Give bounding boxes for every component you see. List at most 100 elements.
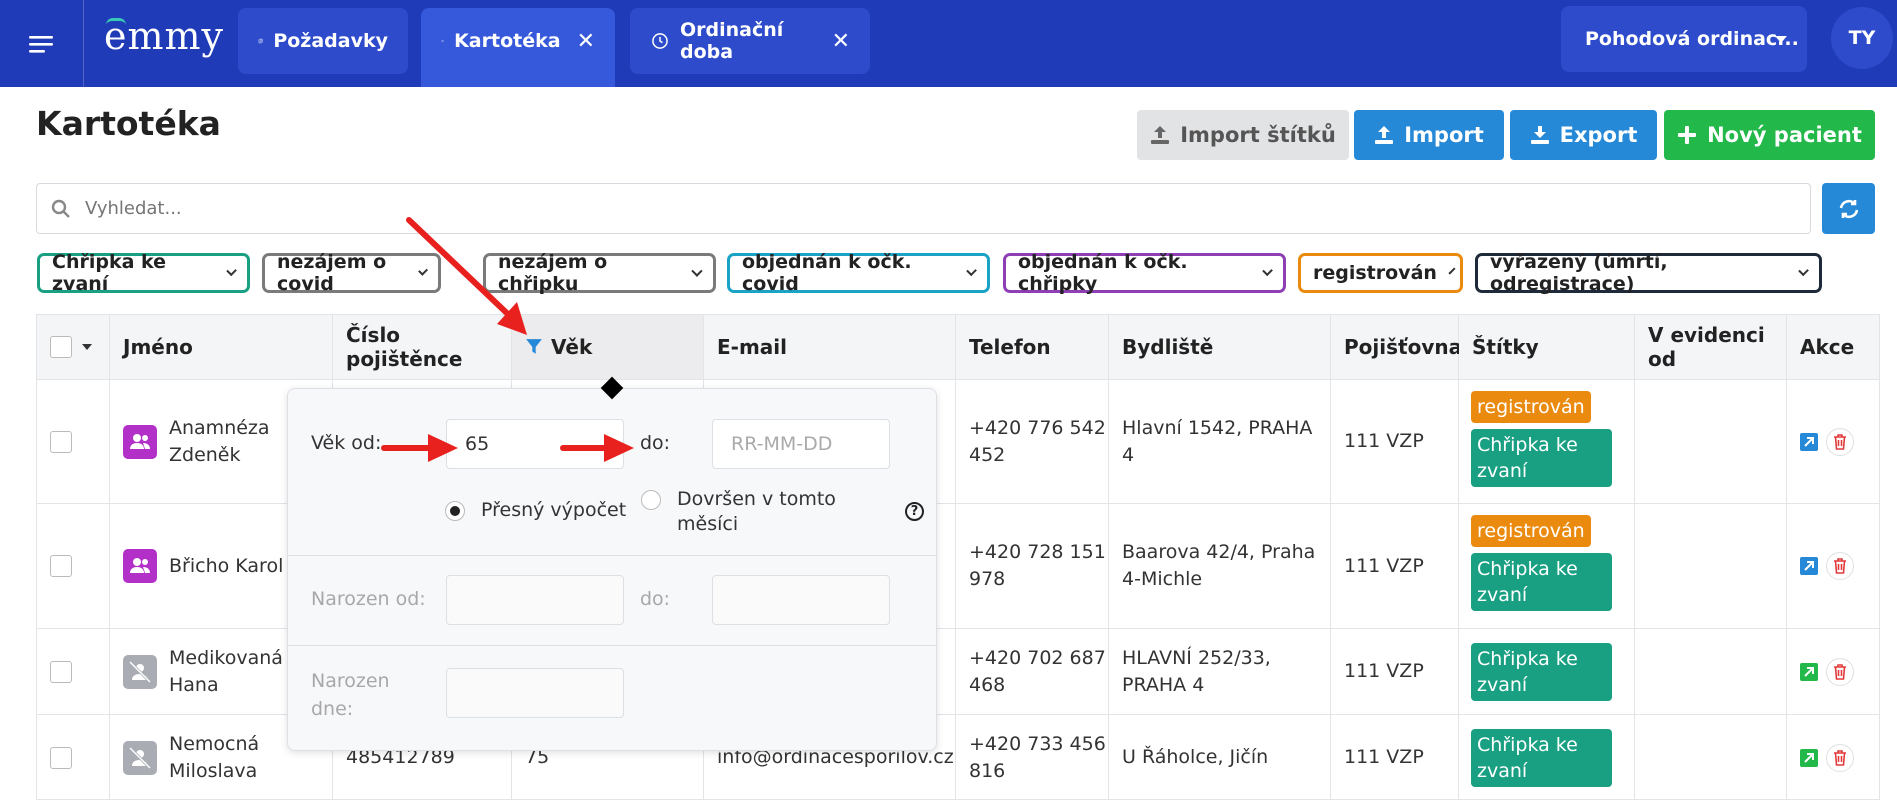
insurer: 111 VZP bbox=[1331, 380, 1459, 504]
help-icon[interactable]: ? bbox=[905, 502, 924, 521]
row-checkbox[interactable] bbox=[50, 660, 72, 683]
page-title: Kartotéka bbox=[36, 104, 221, 143]
filter-icon[interactable] bbox=[525, 338, 543, 356]
patient-unregistered-icon bbox=[123, 740, 157, 775]
column-header-name[interactable]: Jméno bbox=[110, 315, 333, 380]
clinic-select[interactable]: Pohodová ordinac... bbox=[1561, 6, 1807, 72]
search-input[interactable] bbox=[85, 198, 1685, 219]
delete-icon[interactable] bbox=[1826, 427, 1854, 456]
upload-icon bbox=[1375, 126, 1394, 144]
top-bar: emmy Požadavky Kartotéka ✕ Ordinační dob… bbox=[0, 0, 1897, 87]
app-logo[interactable]: emmy bbox=[104, 14, 224, 58]
select-all-header[interactable] bbox=[37, 315, 110, 380]
close-icon[interactable]: ✕ bbox=[832, 29, 850, 54]
delete-icon[interactable] bbox=[1826, 657, 1854, 686]
born-on-input[interactable] bbox=[446, 668, 624, 718]
patient-name[interactable]: Břicho Karol bbox=[169, 553, 283, 580]
open-detail-icon[interactable] bbox=[1800, 748, 1818, 767]
age-to-input[interactable]: RR-MM-DD bbox=[712, 419, 890, 469]
tab-kartoteka[interactable]: Kartotéka ✕ bbox=[421, 8, 615, 87]
filter-nezajem-o-chripku[interactable]: nezájem o chřipku bbox=[483, 251, 716, 295]
since bbox=[1635, 504, 1787, 629]
column-header-age[interactable]: Věk bbox=[512, 315, 704, 380]
column-header-since[interactable]: V evidenci od bbox=[1635, 315, 1787, 380]
chevron-down-icon bbox=[1261, 265, 1273, 277]
filter-vyrazeny[interactable]: vyřazený (úmrtí, odregistrace) bbox=[1475, 251, 1822, 295]
search-bar bbox=[36, 183, 1811, 234]
column-header-address[interactable]: Bydliště bbox=[1109, 315, 1331, 380]
filter-registrovan[interactable]: registrován bbox=[1298, 253, 1463, 293]
tag-chripka-ke-zvani: Chřipka ke zvaní bbox=[1471, 728, 1612, 787]
column-header-email[interactable]: E-mail bbox=[704, 315, 956, 380]
refresh-button[interactable] bbox=[1822, 183, 1875, 234]
caret-down-icon bbox=[1775, 36, 1787, 43]
tab-label: Kartotéka bbox=[454, 30, 561, 52]
row-checkbox[interactable] bbox=[50, 746, 72, 769]
users-icon bbox=[441, 39, 444, 43]
tab-label: Požadavky bbox=[273, 30, 388, 52]
column-header-insurance-no[interactable]: Číslo pojištěnce bbox=[333, 315, 512, 380]
tag-registrovan: registrován bbox=[1471, 390, 1591, 423]
hamburger-icon bbox=[28, 35, 53, 53]
tab-ordinacni-doba[interactable]: Ordinační doba ✕ bbox=[630, 8, 870, 74]
tag-chripka-ke-zvani: Chřipka ke zvaní bbox=[1471, 428, 1612, 487]
filter-nezajem-o-covid[interactable]: nezájem o covid bbox=[262, 251, 441, 295]
download-icon bbox=[1530, 126, 1549, 144]
import-tags-button[interactable]: Import štítků bbox=[1137, 110, 1349, 160]
chevron-down-icon bbox=[1448, 267, 1456, 275]
phone: +420 776 542 452 bbox=[956, 380, 1109, 504]
refresh-icon bbox=[1839, 199, 1858, 218]
open-detail-icon[interactable] bbox=[1800, 662, 1818, 681]
phone: +420 702 687 468 bbox=[956, 629, 1109, 715]
born-to-input[interactable] bbox=[712, 575, 890, 625]
export-button[interactable]: Export bbox=[1510, 110, 1657, 160]
close-icon[interactable]: ✕ bbox=[577, 29, 595, 54]
import-button[interactable]: Import bbox=[1354, 110, 1504, 160]
delete-icon[interactable] bbox=[1826, 552, 1854, 580]
patient-registered-icon bbox=[123, 424, 157, 459]
column-header-insurer[interactable]: Pojišťovna bbox=[1331, 315, 1462, 380]
since bbox=[1635, 380, 1787, 504]
tag-chripka-ke-zvani: Chřipka ke zvaní bbox=[1471, 642, 1612, 701]
clock-icon bbox=[652, 33, 668, 49]
born-on-label: Narozen dne: bbox=[311, 670, 390, 720]
tab-pozadavky[interactable]: Požadavky bbox=[238, 8, 408, 74]
column-header-tags[interactable]: Štítky bbox=[1459, 315, 1635, 380]
row-checkbox[interactable] bbox=[50, 430, 72, 453]
patient-unregistered-icon bbox=[123, 654, 157, 689]
select-all-checkbox[interactable] bbox=[50, 336, 72, 358]
exact-calc-label[interactable]: Přesný výpočet bbox=[481, 499, 626, 521]
this-month-label[interactable]: Dovršen v tomto měsíci bbox=[677, 487, 836, 537]
delete-icon[interactable] bbox=[1826, 743, 1854, 772]
open-detail-icon[interactable] bbox=[1800, 557, 1818, 575]
row-checkbox[interactable] bbox=[50, 555, 72, 577]
since bbox=[1635, 715, 1787, 799]
insurer: 111 VZP bbox=[1331, 504, 1459, 629]
exact-calc-radio[interactable] bbox=[445, 501, 465, 521]
this-month-radio[interactable] bbox=[641, 490, 661, 510]
since bbox=[1635, 629, 1787, 715]
open-detail-icon[interactable] bbox=[1800, 432, 1818, 451]
born-from-label: Narozen od: bbox=[311, 588, 426, 610]
age-from-input[interactable]: 65 bbox=[446, 419, 624, 469]
filter-objednan-covid[interactable]: objednán k očk. covid bbox=[727, 251, 990, 295]
search-icon bbox=[51, 199, 70, 218]
user-avatar[interactable]: TY bbox=[1831, 7, 1893, 69]
chevron-down-icon bbox=[225, 265, 237, 277]
age-from-label: Věk od: bbox=[311, 432, 382, 454]
age-filter-popup: Věk od: 65 do: RR-MM-DD Přesný výpočet D… bbox=[287, 376, 937, 751]
filter-objednan-chripky[interactable]: objednán k očk. chřipky bbox=[1003, 251, 1286, 295]
chevron-down-icon bbox=[417, 265, 428, 277]
insurer: 111 VZP bbox=[1331, 629, 1459, 715]
filter-chripka-ke-zvani[interactable]: Chřipka ke zvaní bbox=[37, 251, 250, 295]
new-patient-button[interactable]: Nový pacient bbox=[1664, 110, 1875, 160]
phone: +420 728 151 978 bbox=[956, 504, 1109, 629]
born-from-input[interactable] bbox=[446, 575, 624, 625]
column-header-phone[interactable]: Telefon bbox=[956, 315, 1109, 380]
chevron-down-icon bbox=[965, 265, 977, 277]
caret-down-icon[interactable] bbox=[82, 344, 92, 350]
born-to-label: do: bbox=[640, 588, 671, 610]
menu-button[interactable] bbox=[0, 0, 84, 87]
column-header-actions: Akce bbox=[1787, 315, 1879, 380]
chevron-down-icon bbox=[691, 265, 703, 277]
